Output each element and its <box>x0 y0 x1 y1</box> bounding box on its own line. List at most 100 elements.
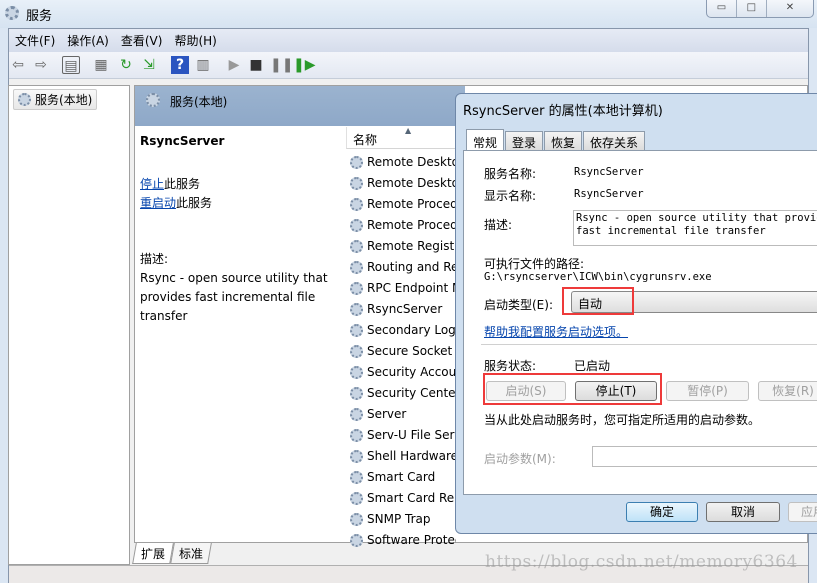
tab-general[interactable]: 常规 <box>466 129 505 150</box>
tab-recovery[interactable]: 恢复 <box>544 131 583 150</box>
tab-extended[interactable]: 扩展 <box>132 543 174 564</box>
service-row[interactable]: Smart Card Re <box>350 488 456 508</box>
service-row[interactable]: Security Accounts <box>350 362 456 382</box>
export-icon[interactable]: ⇲ <box>140 56 158 74</box>
start-params-input[interactable] <box>592 446 817 467</box>
gear-icon <box>350 449 363 463</box>
highlight-box-startup <box>562 287 634 315</box>
service-name: RsyncServer <box>367 302 443 316</box>
tree-item-label: 服务(本地) <box>35 93 93 107</box>
service-name: Shell Hardware <box>367 449 456 463</box>
service-name: Software Protect <box>367 533 456 547</box>
properties-icon[interactable]: ▦ <box>92 56 110 74</box>
restart-service-link[interactable]: 重启动 <box>140 196 176 210</box>
service-row[interactable]: Routing and Re <box>350 257 456 277</box>
gear-icon <box>350 365 363 379</box>
console-icon[interactable]: ▥ <box>194 56 212 74</box>
display-name-value: RsyncServer <box>574 188 644 200</box>
tab-label: 扩展 <box>141 547 166 561</box>
pause-button[interactable]: 暂停(P) <box>666 381 749 401</box>
service-name: Serv-U File Server <box>367 428 456 442</box>
start-icon[interactable]: ▶ <box>225 56 243 74</box>
start-params-label: 启动参数(M): <box>484 452 556 466</box>
service-row[interactable]: SNMP Trap <box>350 509 456 529</box>
service-row[interactable]: Remote Procedure <box>350 194 456 214</box>
service-row[interactable]: Security Center <box>350 383 456 403</box>
forward-icon[interactable]: ⇨ <box>32 56 50 74</box>
gear-icon <box>350 260 363 274</box>
restart-action: 重启动此服务 <box>140 194 212 211</box>
tree-item-services-local[interactable]: 服务(本地) <box>13 89 98 110</box>
gear-icon <box>350 176 363 190</box>
show-hide-tree-icon[interactable]: ▤ <box>62 56 80 74</box>
close-button[interactable]: ✕ <box>767 0 813 17</box>
display-name-label: 显示名称: <box>484 189 537 203</box>
view-tabs: 扩展 标准 <box>132 543 212 564</box>
service-row[interactable]: RPC Endpoint M <box>350 278 456 298</box>
back-icon[interactable]: ⇦ <box>9 56 27 74</box>
service-row[interactable]: Smart Card <box>350 467 456 487</box>
ok-button[interactable]: 确定 <box>626 502 698 522</box>
stop-icon[interactable]: ■ <box>247 56 265 74</box>
divider <box>481 344 817 345</box>
tab-dependencies[interactable]: 依存关系 <box>583 131 646 150</box>
tree-pane: 服务(本地) <box>8 85 130 565</box>
menu-file[interactable]: 文件(F) <box>9 29 61 52</box>
menu-action[interactable]: 操作(A) <box>61 29 115 52</box>
service-row[interactable]: Remote Registry <box>350 236 456 256</box>
sort-arrow-icon: ▲ <box>405 126 412 135</box>
service-row[interactable]: Secondary Logon <box>350 320 456 340</box>
menu-help[interactable]: 帮助(H) <box>168 29 222 52</box>
dialog-title: RsyncServer 的属性(本地计算机) <box>463 104 663 119</box>
gear-icon <box>350 218 363 232</box>
selected-service-name: RsyncServer <box>140 134 225 148</box>
minimize-button[interactable]: ▭ <box>707 0 737 17</box>
service-name: Remote Procedure <box>367 218 456 232</box>
tab-logon[interactable]: 登录 <box>505 131 544 150</box>
service-row[interactable]: Shell Hardware <box>350 446 456 466</box>
toolbar: ⇦ ⇨ ▤ ▦ ↻ ⇲ ? ▥ ▶ ■ ❚❚ ❚▶ <box>9 52 808 79</box>
service-name: Security Accounts <box>367 365 456 379</box>
help-icon[interactable]: ? <box>171 56 189 74</box>
gear-icon <box>146 93 160 107</box>
column-name-label: 名称 <box>353 133 378 147</box>
service-row[interactable]: Remote Procedure <box>350 215 456 235</box>
menu-view[interactable]: 查看(V) <box>115 29 169 52</box>
service-name: Remote Registry <box>367 239 456 253</box>
restart-icon[interactable]: ❚▶ <box>293 56 316 74</box>
service-name: SNMP Trap <box>367 512 431 526</box>
path-label: 可执行文件的路径: <box>484 257 585 271</box>
gear-icon <box>350 155 363 169</box>
refresh-icon[interactable]: ↻ <box>117 56 135 74</box>
apply-button[interactable]: 应用 <box>788 502 817 522</box>
service-name-value: RsyncServer <box>574 166 644 178</box>
gear-icon <box>350 323 363 337</box>
resume-button[interactable]: 恢复(R) <box>758 381 817 401</box>
stop-service-link[interactable]: 停止 <box>140 177 164 191</box>
service-row[interactable]: RsyncServer <box>350 299 456 319</box>
tab-standard[interactable]: 标准 <box>170 543 212 564</box>
description-label: 描述: <box>140 252 169 266</box>
description-text: Rsync - open source utility that provide… <box>140 271 328 323</box>
service-row[interactable]: Secure Socket <box>350 341 456 361</box>
service-row[interactable]: Server <box>350 404 456 424</box>
service-row[interactable]: Remote Desktop <box>350 152 456 172</box>
service-row[interactable]: Remote Desktop <box>350 173 456 193</box>
stop-suffix: 此服务 <box>164 177 201 191</box>
help-configure-link[interactable]: 帮助我配置服务启动选项。 <box>484 323 628 340</box>
service-name: RPC Endpoint M <box>367 281 456 295</box>
gear-icon <box>350 386 363 400</box>
column-header-name[interactable]: 名称 ▲ <box>346 126 460 149</box>
service-row[interactable]: Software Protect <box>350 530 456 550</box>
status-label: 服务状态: <box>484 359 537 373</box>
window-title: 服务 <box>26 9 53 24</box>
service-row[interactable]: Serv-U File Server <box>350 425 456 445</box>
gear-icon <box>350 239 363 253</box>
pause-icon[interactable]: ❚❚ <box>270 56 293 74</box>
cancel-button[interactable]: 取消 <box>706 502 780 522</box>
gear-icon <box>18 93 31 106</box>
startup-type-label: 启动类型(E): <box>484 298 553 312</box>
service-name: Remote Desktop <box>367 176 456 190</box>
description-textbox[interactable]: Rsync - open source utility that provide… <box>573 210 817 246</box>
maximize-button[interactable]: □ <box>737 0 767 17</box>
